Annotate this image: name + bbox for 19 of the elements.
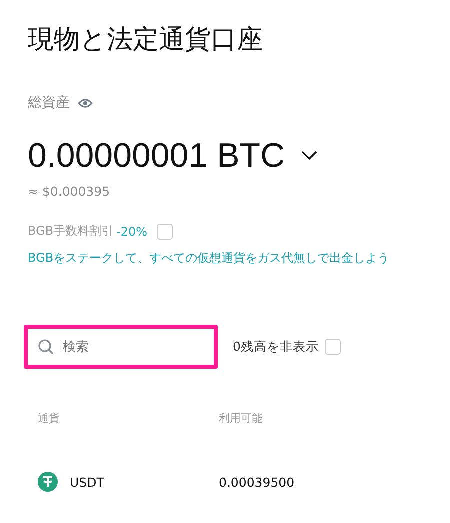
fee-discount-label: BGB手数料割引 <box>28 223 114 240</box>
page-title: 現物と法定通貨口座 <box>28 24 264 57</box>
total-assets-label: 総資産 <box>28 94 70 112</box>
promo-link[interactable]: BGBをステークして、すべての仮想通貨をガス代無しで出金しよう <box>28 250 434 267</box>
fee-discount-checkbox[interactable] <box>156 224 173 240</box>
hide-zero-checkbox[interactable] <box>324 339 341 355</box>
fiat-value: ≈ $0.000395 <box>28 184 112 199</box>
coin-icon <box>38 472 58 492</box>
column-header: 通貨 <box>38 411 61 426</box>
chevron-down-icon[interactable] <box>301 151 318 161</box>
search-icon <box>38 339 54 355</box>
column-header: 利用可能 <box>219 411 263 426</box>
table-cell: 0.00039500 <box>219 474 295 490</box>
currency-name: USDT <box>70 474 104 490</box>
eye-icon[interactable] <box>78 98 93 108</box>
balance-amount: 0.00000001 BTC <box>28 136 286 177</box>
discount-value: -20% <box>116 224 148 238</box>
search-field[interactable]: 検索 <box>24 325 218 369</box>
hide-zero-label: 0残高を非表示 <box>233 338 319 356</box>
